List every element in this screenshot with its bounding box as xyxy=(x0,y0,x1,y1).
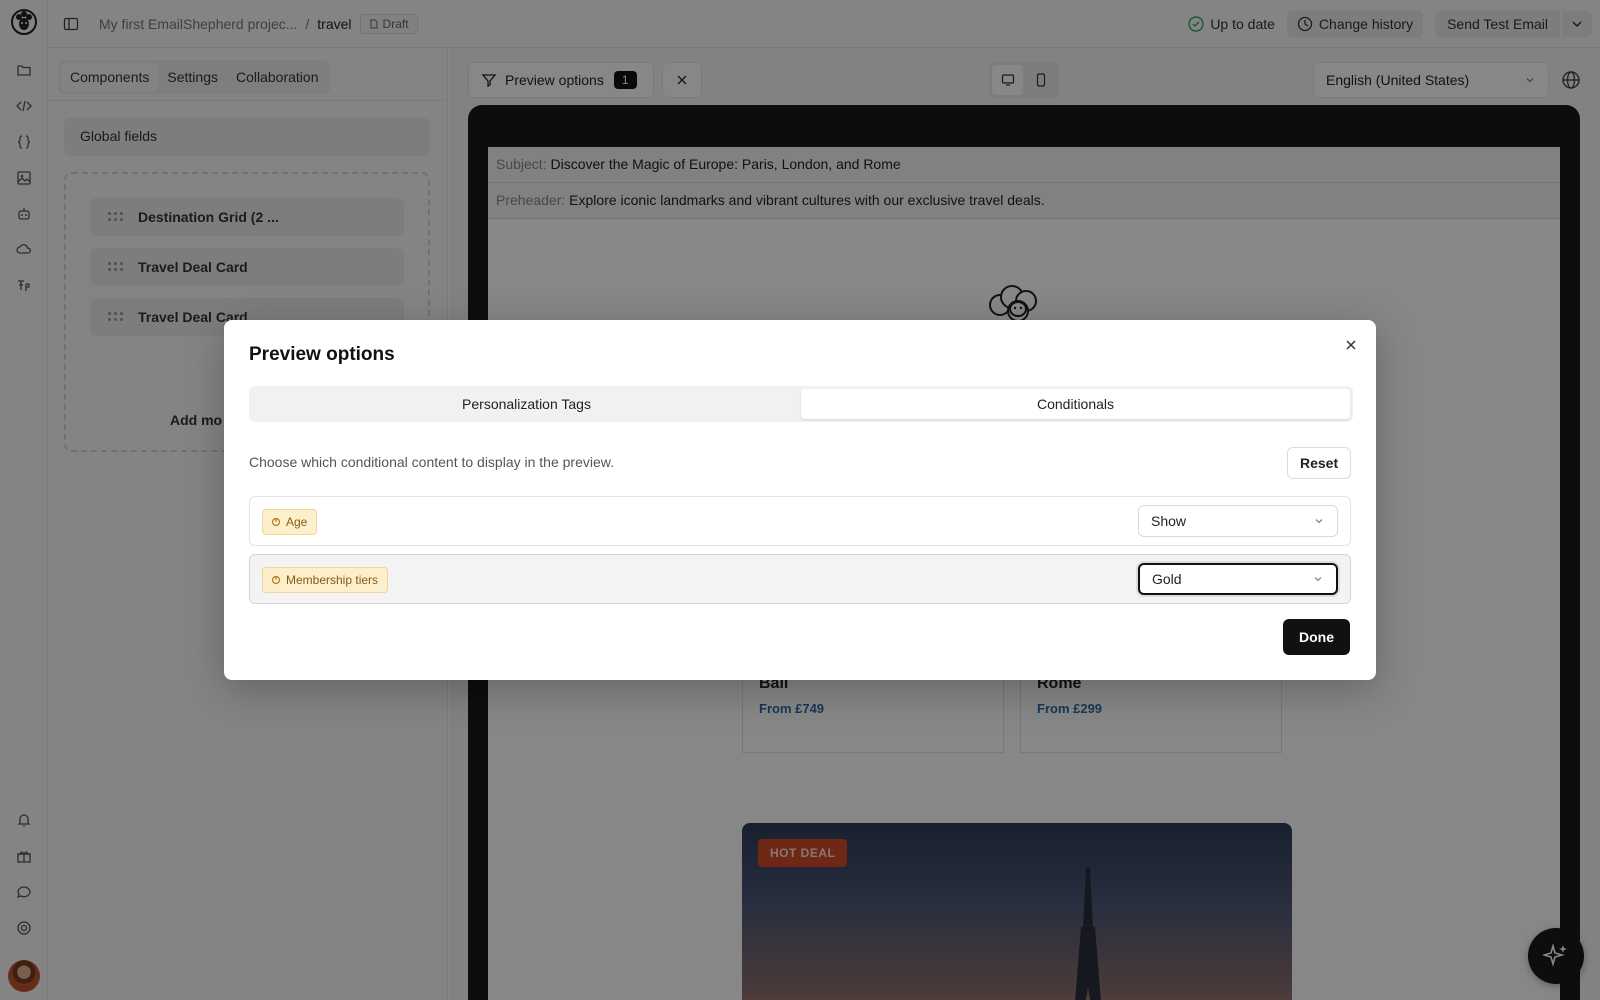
tab-personalization-tags[interactable]: Personalization Tags xyxy=(252,389,801,419)
condition-tag-label: Age xyxy=(286,515,308,529)
condition-row: Membership tiers Gold xyxy=(249,554,1351,604)
dialog-tabs: Personalization Tags Conditionals xyxy=(249,386,1353,422)
condition-row: Age Show xyxy=(249,496,1351,546)
preview-options-dialog: Preview options Personalization Tags Con… xyxy=(224,320,1376,680)
done-button[interactable]: Done xyxy=(1283,619,1350,655)
reset-button[interactable]: Reset xyxy=(1287,447,1352,479)
chevron-down-icon xyxy=(1314,577,1322,582)
dialog-title: Preview options xyxy=(249,344,395,365)
condition-icon xyxy=(271,517,281,527)
close-icon[interactable] xyxy=(1342,336,1360,354)
tab-conditionals[interactable]: Conditionals xyxy=(801,389,1350,419)
condition-select-value: Gold xyxy=(1152,571,1182,587)
condition-select-value: Show xyxy=(1151,513,1187,529)
condition-tag: Membership tiers xyxy=(262,567,389,593)
condition-select[interactable]: Gold xyxy=(1138,563,1338,595)
condition-tag-label: Membership tiers xyxy=(286,573,379,587)
condition-select[interactable]: Show xyxy=(1138,505,1338,537)
condition-tag: Age xyxy=(262,509,318,535)
chevron-down-icon xyxy=(1315,519,1323,524)
condition-icon xyxy=(271,575,281,585)
dialog-description: Choose which conditional content to disp… xyxy=(249,454,614,470)
